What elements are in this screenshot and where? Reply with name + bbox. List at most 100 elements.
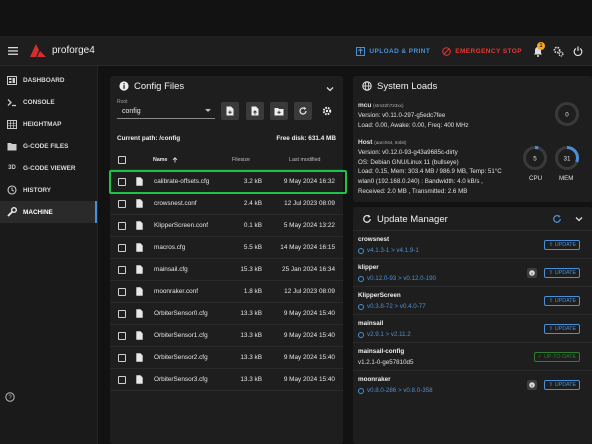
mcu-load-gauge: 0 [555, 102, 579, 126]
update-button-label: UPDATE [554, 242, 576, 248]
table-row[interactable]: OrbiterSensor0.cfg 13.3 kB 9 May 2024 15:4… [110, 303, 343, 325]
table-row[interactable]: macros.cfg 5.5 kB 14 May 2024 16:15 [110, 237, 343, 259]
panel-title: Config Files [134, 80, 185, 92]
power-button[interactable] [568, 36, 588, 66]
version-info-icon [358, 387, 364, 394]
root-value: config [122, 108, 141, 115]
power-icon [573, 46, 583, 56]
update-button-label: UPDATE [554, 382, 576, 388]
file-name: OrbiterSensor3.cfg [154, 376, 208, 383]
sidebar-item-console[interactable]: CONSOLE [0, 91, 97, 113]
chevron-down-icon[interactable] [325, 84, 335, 94]
update-item-version-text: v0.3.8-72 > v0.4.0-77 [367, 303, 426, 310]
table-row[interactable]: moonraker.conf 1.8 kB 12 Jul 2023 08:09 [110, 281, 343, 303]
row-checkbox[interactable] [118, 200, 126, 208]
sidebar: DASHBOARD CONSOLE HEIGHTMAP G-CODE FILES… [0, 66, 98, 444]
column-last-modified[interactable]: Last modified [289, 157, 321, 163]
file-size: 2.4 kB [243, 200, 262, 207]
sidebar-item-dashboard[interactable]: DASHBOARD [0, 69, 97, 91]
table-row[interactable]: crowsnest.conf 2.4 kB 12 Jul 2023 08:09 [110, 193, 343, 215]
root-select[interactable]: Root config [117, 99, 215, 119]
update-button[interactable]: ⇧ UPDATE [544, 240, 580, 250]
caret-down-icon [205, 109, 211, 112]
details-button[interactable] [527, 380, 537, 390]
file-modified: 9 May 2024 15:40 [283, 310, 335, 317]
update-item-version[interactable]: v0.3.8-72 > v0.4.0-77 [358, 303, 426, 310]
table-row[interactable]: OrbiterSensor2.cfg 13.3 kB 9 May 2024 15:4… [110, 347, 343, 369]
file-name: moonraker.conf [154, 288, 199, 295]
top-bar: proforge4 UPLOAD & PRINT EMERGENCY STOP … [0, 36, 592, 66]
update-item-version[interactable]: v2.9.1 > v2.11.2 [358, 331, 411, 338]
sidebar-item-history[interactable]: HISTORY [0, 179, 97, 201]
file-size: 13.3 kB [240, 354, 262, 361]
emergency-stop-button[interactable]: EMERGENCY STOP [436, 36, 528, 66]
check-icon: ✓ [537, 354, 543, 360]
update-button[interactable]: ⇧ UPDATE [544, 296, 580, 306]
row-checkbox[interactable] [118, 354, 126, 362]
update-button[interactable]: ⇧ UPDATE [544, 380, 580, 390]
sidebar-item-gcode-files[interactable]: G-CODE FILES [0, 135, 97, 157]
sidebar-item-machine[interactable]: MACHINE [0, 201, 97, 223]
row-checkbox[interactable] [118, 266, 126, 274]
table-row[interactable]: mainsail.cfg 15.3 kB 25 Jan 2024 16:34 [110, 259, 343, 281]
update-item-name: mainsail-config [358, 348, 405, 355]
file-modified: 14 May 2024 16:15 [280, 244, 335, 251]
details-button[interactable] [527, 268, 537, 278]
table-row[interactable]: KlipperScreen.conf 0.1 kB 5 May 2024 13:22 [110, 215, 343, 237]
upload-file-button[interactable] [246, 102, 264, 120]
row-checkbox[interactable] [118, 222, 126, 230]
row-checkbox[interactable] [118, 376, 126, 384]
panel-title: Update Manager [377, 213, 448, 225]
table-row[interactable]: OrbiterSensor1.cfg 13.3 kB 9 May 2024 15:4… [110, 325, 343, 347]
notification-count: 1 [537, 42, 545, 50]
refresh-icon[interactable] [552, 214, 562, 224]
current-path: Current path: /config [117, 135, 181, 142]
column-name[interactable]: Name [153, 157, 167, 163]
refresh-button[interactable] [294, 102, 312, 120]
settings-button[interactable] [548, 36, 568, 66]
chevron-down-icon[interactable] [574, 214, 584, 224]
sidebar-item-gcode-viewer[interactable]: 3D G-CODE VIEWER [0, 157, 97, 179]
settings-files-button[interactable] [318, 102, 336, 120]
update-button[interactable]: ⇧ UPDATE [544, 324, 580, 334]
update-button[interactable]: ⇧ UPDATE [544, 268, 580, 278]
update-item-version[interactable]: v0.12.0-93 > v0.12.0-190 [358, 275, 436, 282]
update-button-label: UPDATE [554, 298, 576, 304]
select-all-checkbox[interactable] [118, 156, 126, 164]
refresh-icon [299, 107, 307, 115]
logo-icon[interactable] [30, 44, 46, 57]
table-header: Name Filesize Last modified [110, 150, 343, 170]
update-item-version[interactable]: v0.8.0-286 > v0.8.0-358 [358, 387, 433, 394]
highlighted-row-outline [109, 170, 347, 194]
row-checkbox[interactable] [118, 310, 126, 318]
host-info: Host (aarch64, 64bit) Version: v0.12.0-9… [358, 138, 502, 197]
host-version: Version: v0.12.0-93-g43a9685c-dirty [358, 148, 458, 156]
file-icon [136, 375, 143, 384]
version-info-icon [358, 303, 364, 310]
version-info-icon [358, 275, 364, 282]
update-item: crowsnest v4.1.3-1 > v4.1.9-1 ⇧ UPDATE [353, 230, 592, 258]
sidebar-item-heightmap[interactable]: HEIGHTMAP [0, 113, 97, 135]
file-size: 13.3 kB [240, 332, 262, 339]
file-size: 13.3 kB [240, 376, 262, 383]
file-upload-icon [251, 106, 258, 116]
sort-arrow-up-icon[interactable] [172, 157, 178, 163]
table-row[interactable]: OrbiterSensor3.cfg 13.3 kB 9 May 2024 15:4… [110, 369, 343, 391]
menu-icon[interactable] [2, 36, 24, 66]
row-checkbox[interactable] [118, 332, 126, 340]
file-plus-icon [226, 106, 234, 116]
row-checkbox[interactable] [118, 288, 126, 296]
column-filesize[interactable]: Filesize [232, 157, 250, 163]
new-file-button[interactable] [221, 102, 239, 120]
update-item-version[interactable]: v4.1.3-1 > v4.1.9-1 [358, 247, 419, 254]
notifications-button[interactable]: 1 [528, 36, 548, 66]
update-item-version-text: v1.2.1-0-ge57810d5 [358, 359, 414, 366]
upload-print-button[interactable]: UPLOAD & PRINT [350, 36, 436, 66]
gcode-files-icon [6, 140, 18, 152]
update-icon [361, 214, 372, 225]
sidebar-item-label: MACHINE [23, 208, 53, 216]
row-checkbox[interactable] [118, 244, 126, 252]
help-icon[interactable]: ? [5, 392, 15, 402]
new-folder-button[interactable] [270, 102, 288, 120]
version-info-icon [358, 247, 364, 254]
